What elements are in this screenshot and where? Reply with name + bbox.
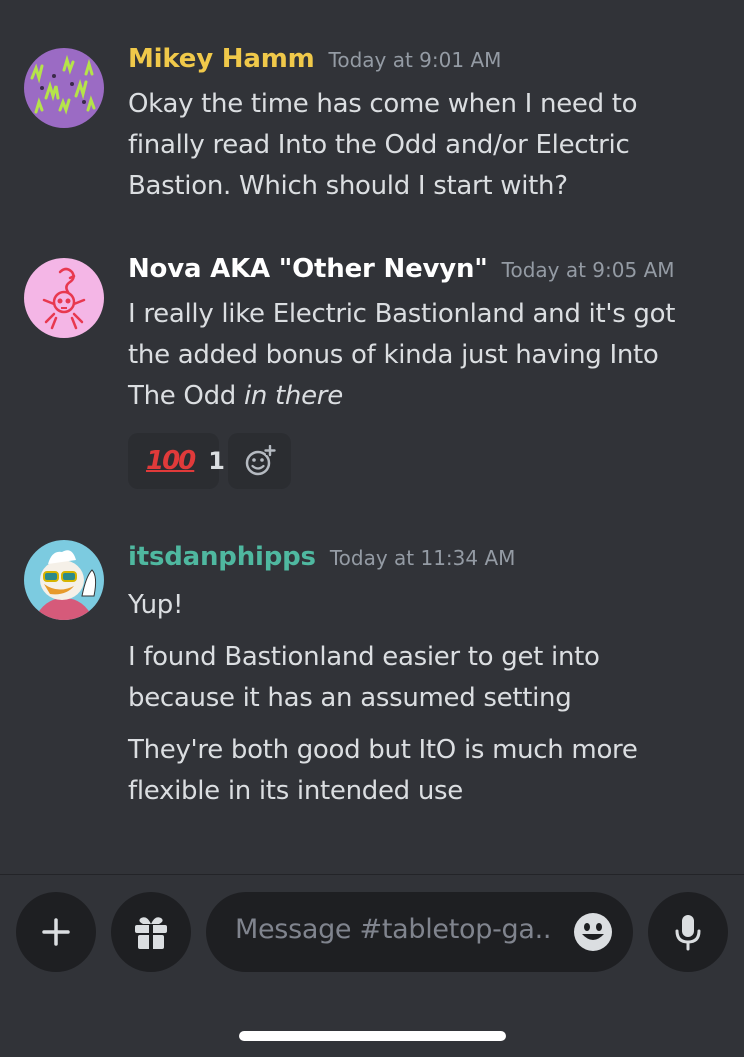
- author-name[interactable]: Nova AKA "Other Nevyn": [128, 254, 488, 284]
- message-line: The Odd in there: [128, 376, 728, 417]
- message-header: itsdanphipps Today at 11:34 AM: [128, 542, 515, 572]
- message[interactable]: Mikey Hamm Today at 9:01 AM Okay the time…: [0, 0, 744, 230]
- italic-text: in there: [243, 381, 343, 411]
- avatar[interactable]: [24, 48, 104, 128]
- timestamp: Today at 9:01 AM: [328, 48, 502, 72]
- message-content: I found Bastionland easier to get into b…: [128, 637, 728, 719]
- home-indicator[interactable]: [239, 1031, 506, 1041]
- avatar[interactable]: [24, 540, 104, 620]
- attach-button[interactable]: [16, 892, 96, 972]
- message-line: I found Bastionland easier to get into: [128, 642, 600, 672]
- message-header: Nova AKA "Other Nevyn" Today at 9:05 AM: [128, 254, 675, 284]
- reaction-count: 1: [208, 447, 225, 475]
- voice-message-button[interactable]: [648, 892, 728, 972]
- hundred-points-emoji-icon: 100: [146, 446, 196, 476]
- message-content: I really like Electric Bastionland and i…: [128, 294, 728, 417]
- gift-icon: [135, 917, 167, 949]
- plus-icon: [42, 918, 70, 946]
- timestamp: Today at 9:05 AM: [501, 258, 675, 282]
- microphone-icon: [675, 915, 701, 951]
- message-line: because it has an assumed setting: [128, 683, 572, 713]
- message-line: Okay the time has come when I need to: [128, 89, 638, 119]
- message[interactable]: Nova AKA "Other Nevyn" Today at 9:05 AM I…: [0, 230, 744, 510]
- message-line: finally read Into the Odd and/or Electri…: [128, 130, 630, 160]
- message-line: They're both good but ItO is much more: [128, 735, 638, 765]
- add-reaction-icon: [245, 445, 276, 476]
- message[interactable]: itsdanphipps Today at 11:34 AM Yup! I fou…: [0, 520, 744, 840]
- message-content: They're both good but ItO is much more f…: [128, 730, 728, 812]
- reaction-100[interactable]: 100 1: [128, 433, 225, 489]
- smiley-icon[interactable]: [573, 912, 613, 952]
- add-reaction-button[interactable]: [228, 433, 291, 489]
- message-line: the added bonus of kinda just having Int…: [128, 340, 659, 370]
- message-content: Yup!: [128, 585, 728, 626]
- message-line: Bastion. Which should I start with?: [128, 171, 568, 201]
- message-line: flexible in its intended use: [128, 776, 463, 806]
- timestamp: Today at 11:34 AM: [329, 546, 516, 570]
- message-line: I really like Electric Bastionland and i…: [128, 299, 676, 329]
- message-composer: Message #tabletop-ga..: [0, 875, 744, 1057]
- message-content: Okay the time has come when I need to fi…: [128, 84, 728, 207]
- message-input-placeholder: Message #tabletop-ga..: [235, 914, 552, 945]
- author-name[interactable]: itsdanphipps: [128, 542, 316, 572]
- chat-screen: Mikey Hamm Today at 9:01 AM Okay the time…: [0, 0, 744, 1057]
- message-line: Yup!: [128, 590, 184, 620]
- author-name[interactable]: Mikey Hamm: [128, 44, 315, 74]
- message-text: The Odd: [128, 381, 244, 411]
- avatar[interactable]: [24, 258, 104, 338]
- message-header: Mikey Hamm Today at 9:01 AM: [128, 44, 501, 74]
- gift-button[interactable]: [111, 892, 191, 972]
- message-input[interactable]: Message #tabletop-ga..: [206, 892, 633, 972]
